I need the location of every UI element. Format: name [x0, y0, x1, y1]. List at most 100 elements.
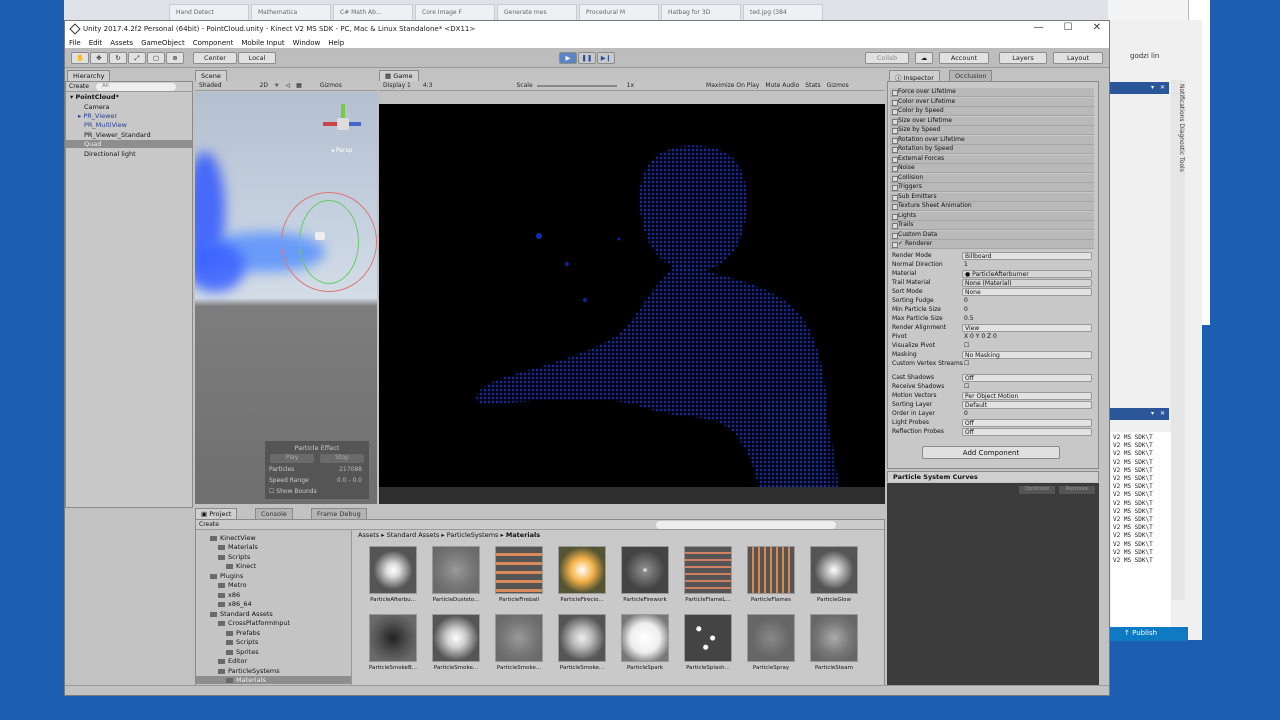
pivot-xyz-field[interactable]: X 0 Y 0 Z 0	[964, 333, 997, 340]
hierarchy-item-pr-multiview[interactable]: PR_MultiView	[84, 121, 127, 129]
asset-tile[interactable]: ParticleSmoke...	[490, 614, 548, 676]
scene-orientation-gizmo[interactable]	[323, 104, 363, 144]
tree-folder[interactable]: Plugins	[210, 572, 243, 580]
play-particles-button[interactable]: Play	[270, 454, 314, 463]
trail-material-field[interactable]: None (Material)	[962, 279, 1092, 287]
tree-folder[interactable]: Scripts	[218, 553, 250, 561]
layout-dropdown[interactable]: Layout	[1053, 52, 1103, 64]
module-triggers[interactable]: Triggers	[890, 183, 1094, 192]
render-alignment-dropdown[interactable]: View	[962, 324, 1092, 332]
receive-shadows-checkbox[interactable]: ☐	[964, 383, 969, 390]
camera-icon[interactable]	[315, 232, 325, 240]
motion-vectors-dropdown[interactable]: Per Object Motion	[962, 392, 1092, 400]
max-particle-size-field[interactable]: 0.5	[964, 315, 974, 322]
asset-tile[interactable]: ParticleAfterbu...	[364, 546, 422, 608]
close-icon[interactable]: ✕	[1160, 84, 1165, 92]
publish-button[interactable]: ↑ Publish	[1110, 627, 1188, 641]
display-dropdown[interactable]: Display 1	[383, 82, 411, 89]
breadcrumb-item[interactable]: ParticleSystems	[447, 531, 499, 539]
module-size-over-lifetime[interactable]: Size over Lifetime	[890, 117, 1094, 126]
bg-tab[interactable]: Mathematica	[251, 4, 331, 20]
rotation-gizmo[interactable]	[299, 200, 359, 284]
hierarchy-search-input[interactable]: All	[96, 83, 176, 91]
pause-button[interactable]: ❚❚	[578, 52, 596, 64]
tree-folder[interactable]: Scripts	[226, 638, 258, 646]
tree-folder-selected[interactable]: Materials	[196, 676, 351, 684]
asset-tile[interactable]: ParticleDuststo...	[427, 546, 485, 608]
bg-tab[interactable]: ted.jpg (384	[743, 4, 823, 20]
pin-icon[interactable]: ▾	[1151, 410, 1154, 418]
tree-folder[interactable]: Sprites	[226, 648, 259, 656]
module-size-by-speed[interactable]: Size by Speed	[890, 126, 1094, 135]
tab-scene[interactable]: Scene	[195, 70, 227, 81]
masking-dropdown[interactable]: No Masking	[962, 351, 1092, 359]
module-trails[interactable]: Trails	[890, 221, 1094, 230]
minimize-button[interactable]: —	[1034, 22, 1044, 33]
bg-tab[interactable]: Hatbag for 3D	[661, 4, 741, 20]
shaded-dropdown[interactable]: Shaded	[199, 82, 222, 89]
game-viewport[interactable]	[379, 104, 885, 487]
rotate-tool-icon[interactable]: ↻	[109, 52, 127, 64]
aspect-dropdown[interactable]: 4:3	[423, 82, 433, 89]
menu-assets[interactable]: Assets	[110, 39, 133, 47]
persp-label[interactable]: ◂ Persp	[331, 147, 352, 154]
scene-root[interactable]: ▾ PointCloud*	[70, 93, 119, 101]
tab-project[interactable]: ▣ Project	[195, 508, 238, 519]
show-bounds-toggle[interactable]: ☐ Show Bounds	[269, 488, 317, 495]
bg-tab[interactable]: Procedural M	[579, 4, 659, 20]
create-dropdown[interactable]: Create	[69, 83, 89, 90]
hierarchy-item-camera[interactable]: Camera	[84, 103, 110, 111]
tree-folder[interactable]: Standard Assets	[210, 610, 273, 618]
breadcrumb-item[interactable]: Standard Assets	[387, 531, 440, 539]
module-custom-data[interactable]: Custom Data	[890, 231, 1094, 240]
tree-folder[interactable]: CrossPlatformInput	[218, 619, 290, 627]
maximize-button[interactable]: ☐	[1064, 22, 1073, 33]
sorting-layer-dropdown[interactable]: Default	[962, 401, 1092, 409]
particle-curves-panel[interactable]: Optimize Remove	[887, 483, 1099, 687]
vs-side-tabs[interactable]: Notifications Diagnostic Tools	[1171, 80, 1185, 600]
tab-inspector[interactable]: ⓘ Inspector	[889, 70, 940, 82]
layers-dropdown[interactable]: Layers	[999, 52, 1047, 64]
asset-tile[interactable]: ParticleFlameL...	[679, 546, 737, 608]
asset-tile[interactable]: ParticleSpark	[616, 614, 674, 676]
bg-tab[interactable]: Core Image F	[415, 4, 495, 20]
module-rotation-over-lifetime[interactable]: Rotation over Lifetime	[890, 136, 1094, 145]
close-icon[interactable]: ✕	[1160, 410, 1165, 418]
order-in-layer-field[interactable]: 0	[964, 410, 968, 417]
hierarchy-item-pr-viewer-standard[interactable]: PR_Viewer_Standard	[84, 131, 151, 139]
tree-folder[interactable]: Kinect	[226, 562, 256, 570]
account-dropdown[interactable]: Account	[939, 52, 989, 64]
module-noise[interactable]: Noise	[890, 164, 1094, 173]
add-component-button[interactable]: Add Component	[922, 446, 1060, 459]
maximize-on-play-toggle[interactable]: Maximize On Play	[706, 82, 759, 89]
asset-tile[interactable]: ParticleSmoke...	[427, 614, 485, 676]
asset-tile[interactable]: ParticleSpray	[742, 614, 800, 676]
menu-window[interactable]: Window	[293, 39, 321, 47]
asset-tile[interactable]: ParticleSplash...	[679, 614, 737, 676]
project-search-input[interactable]	[656, 521, 836, 529]
sorting-fudge-field[interactable]: 0	[964, 297, 968, 304]
remove-button[interactable]: Remove	[1059, 486, 1095, 494]
pivot-local-toggle[interactable]: Local	[238, 52, 276, 64]
bg-tab[interactable]: C# Math Ab...	[333, 4, 413, 20]
play-button[interactable]: ▶	[559, 52, 577, 64]
transform-tool-icon[interactable]: ⊕	[166, 52, 184, 64]
project-create-dropdown[interactable]: Create	[199, 521, 219, 528]
breadcrumb-item[interactable]: Materials	[506, 531, 540, 539]
2d-toggle[interactable]: 2D	[260, 82, 268, 89]
menu-gameobject[interactable]: GameObject	[141, 39, 185, 47]
module-rotation-by-speed[interactable]: Rotation by Speed	[890, 145, 1094, 154]
bg-tab[interactable]: Hand Detect	[169, 4, 249, 20]
hierarchy-item-pr-viewer[interactable]: ▸ PR_Viewer	[78, 112, 117, 120]
move-tool-icon[interactable]: ✥	[90, 52, 108, 64]
tree-folder[interactable]: Materials	[218, 543, 258, 551]
asset-tile[interactable]: ParticleFireball	[490, 546, 548, 608]
tab-occlusion[interactable]: Occlusion	[949, 70, 993, 81]
hierarchy-item-quad[interactable]: Quad	[66, 140, 192, 148]
game-gizmos-dropdown[interactable]: Gizmos	[827, 82, 849, 89]
mute-audio-toggle[interactable]: Mute Audio	[765, 82, 799, 89]
module-collision[interactable]: Collision	[890, 174, 1094, 183]
tree-folder[interactable]: x86	[218, 591, 240, 599]
light-probes-dropdown[interactable]: Off	[962, 419, 1092, 427]
audio-icon[interactable]: ◁	[285, 82, 290, 89]
